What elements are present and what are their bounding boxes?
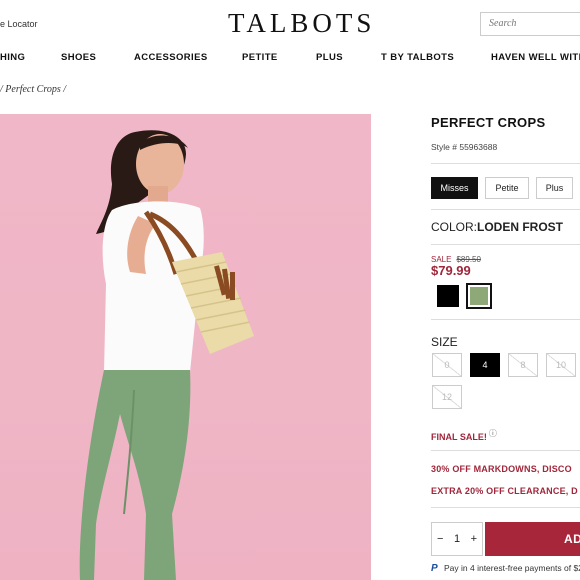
swatch-fill	[470, 287, 488, 305]
nav-item-shoes[interactable]: SHOES	[61, 52, 96, 63]
size-option-4[interactable]: 4	[470, 353, 500, 377]
main-nav: HING SHOES ACCESSORIES PETITE PLUS T BY …	[0, 48, 580, 68]
nav-item-clothing[interactable]: HING	[0, 52, 25, 63]
sale-price: $79.99	[431, 263, 471, 278]
qty-decrement-button[interactable]: −	[437, 533, 443, 545]
nav-item-haven-well-within[interactable]: HAVEN WELL WITH	[491, 52, 580, 63]
divider	[431, 244, 580, 245]
qty-increment-button[interactable]: +	[471, 533, 477, 545]
size-label: SIZE	[431, 335, 458, 349]
size-type-petite[interactable]: Petite	[485, 177, 529, 199]
style-number: Style # 55963688	[431, 142, 498, 152]
size-type-plus[interactable]: Plus	[536, 177, 573, 199]
divider	[431, 319, 580, 320]
nav-item-t-by-talbots[interactable]: T BY TALBOTS	[381, 52, 454, 63]
nav-item-petite[interactable]: PETITE	[242, 52, 278, 63]
color-swatch-black[interactable]	[437, 285, 459, 307]
paypal-icon: P	[431, 563, 438, 574]
nav-item-accessories[interactable]: ACCESSORIES	[134, 52, 208, 63]
size-option-10[interactable]: 10	[546, 353, 576, 377]
info-icon[interactable]: ⓘ	[489, 429, 497, 438]
paypal-text[interactable]: Pay in 4 interest-free payments of $2	[444, 563, 580, 573]
size-option-12[interactable]: 12	[432, 385, 462, 409]
promo-markdowns: 30% OFF MARKDOWNS, DISCO	[431, 464, 572, 474]
qty-value[interactable]: 1	[454, 533, 460, 545]
color-swatch-loden-frost[interactable]	[466, 283, 492, 309]
final-sale-text: FINAL SALE!	[431, 432, 487, 442]
search-input[interactable]: Search	[480, 12, 580, 36]
color-label: COLOR:LODEN FROST	[431, 220, 563, 234]
divider	[431, 209, 580, 210]
paypal-message: P Pay in 4 interest-free payments of $2	[431, 563, 580, 574]
color-value: LODEN FROST	[477, 220, 564, 234]
store-locator-link[interactable]: e Locator	[0, 19, 38, 29]
color-label-text: COLOR:	[431, 220, 478, 234]
quantity-stepper: − 1 +	[431, 522, 483, 556]
final-sale-notice: FINAL SALE! ⓘ	[431, 428, 497, 442]
divider	[431, 507, 580, 508]
model-illustration	[79, 130, 254, 580]
promo-clearance: EXTRA 20% OFF CLEARANCE, D	[431, 486, 578, 496]
add-to-bag-button[interactable]: AD	[485, 522, 580, 556]
product-photo	[0, 114, 371, 580]
divider	[431, 450, 580, 451]
size-type-misses[interactable]: Misses	[431, 177, 478, 199]
product-title: PERFECT CROPS	[431, 115, 546, 130]
talbots-logo[interactable]: TALBOTS	[228, 8, 375, 39]
divider	[431, 163, 580, 164]
size-option-8[interactable]: 8	[508, 353, 538, 377]
nav-item-plus[interactable]: PLUS	[316, 52, 343, 63]
breadcrumb[interactable]: / Perfect Crops /	[0, 84, 66, 95]
size-option-0[interactable]: 0	[432, 353, 462, 377]
